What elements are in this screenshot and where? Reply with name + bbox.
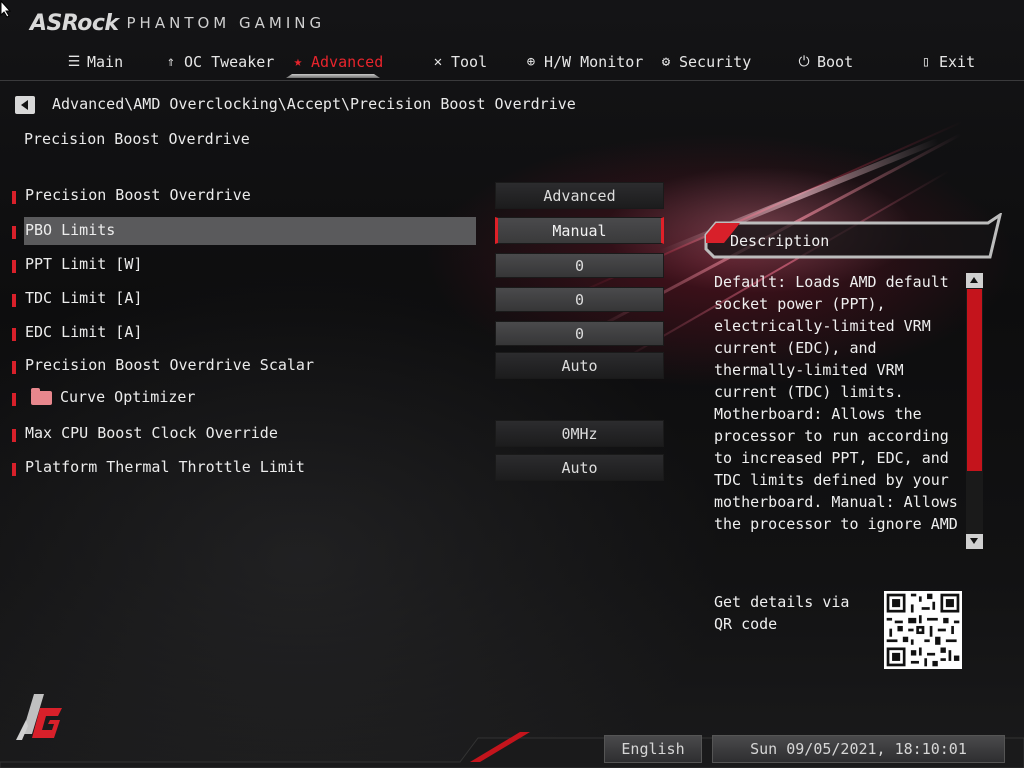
tab-label: Security [679,53,752,71]
brand-subtitle: PHANTOM GAMING [126,14,326,32]
back-button[interactable] [15,96,35,114]
scroll-up-button[interactable] [966,273,983,288]
brand-logo: ASRock PHANTOM GAMING [30,10,325,36]
tab-main[interactable]: ☰ Main [66,50,123,74]
mouse-cursor [0,0,12,18]
scroll-down-button[interactable] [966,534,983,549]
tab-boot[interactable]: ⏻ Boot [796,50,853,74]
row-marker [12,463,16,476]
row-marker [12,260,16,273]
setting-pbo-scalar[interactable]: Precision Boost Overdrive Scalar Auto [0,352,680,380]
setting-pbo-limits[interactable]: PBO Limits Manual [0,217,680,245]
tab-label: Advanced [311,53,384,71]
list-icon: ☰ [67,54,81,70]
setting-value-select[interactable]: Auto [495,352,664,379]
star-icon: ★ [293,54,303,70]
submenu-curve-optimizer[interactable]: Curve Optimizer [0,384,680,412]
setting-ppt-limit[interactable]: PPT Limit [W] 0 [0,251,680,279]
crosshair-icon: ⊕ [526,54,536,70]
tab-label: Exit [939,53,976,71]
divider [0,80,1024,81]
breadcrumb: Advanced\AMD Overclocking\Accept\Precisi… [52,95,576,113]
row-marker [12,361,16,374]
folder-icon [31,388,52,405]
tab-advanced[interactable]: ★ Advanced [290,50,383,74]
setting-label: TDC Limit [A] [25,289,143,307]
setting-edc-limit[interactable]: EDC Limit [A] 0 [0,319,680,347]
setting-precision-boost-overdrive[interactable]: Precision Boost Overdrive Advanced [0,182,680,210]
language-button[interactable]: English [604,735,702,763]
page-title: Precision Boost Overdrive [24,130,250,148]
phantom-gaming-logo [16,694,62,740]
setting-label: Precision Boost Overdrive [25,186,251,204]
setting-value-input[interactable]: 0 [495,287,664,312]
rocket-icon: ⇑ [166,54,176,70]
row-marker [12,294,16,307]
setting-label: Precision Boost Overdrive Scalar [25,356,314,374]
setting-value-select[interactable]: Auto [495,454,664,481]
active-tab-indicator [286,74,380,78]
tab-oc-tweaker[interactable]: ⇑ OC Tweaker [163,50,275,74]
row-marker [12,226,16,239]
tab-label: Main [87,53,124,71]
row-marker [12,429,16,442]
shield-icon: ⚙ [661,54,671,70]
setting-label: Platform Thermal Throttle Limit [25,458,305,476]
setting-label: Curve Optimizer [60,388,196,406]
tab-security[interactable]: ⚙ Security [658,50,751,74]
setting-value-input[interactable]: 0 [495,253,664,278]
setting-value-select[interactable]: Advanced [495,182,664,209]
setting-value-select[interactable]: 0MHz [495,420,664,447]
tab-label: H/W Monitor [544,53,644,71]
exit-door-icon: ▯ [921,54,931,70]
setting-label: PBO Limits [25,221,116,239]
tab-label: OC Tweaker [184,53,275,71]
setting-platform-thermal-throttle-limit[interactable]: Platform Thermal Throttle Limit Auto [0,454,680,482]
setting-tdc-limit[interactable]: TDC Limit [A] 0 [0,285,680,313]
row-marker [12,393,16,406]
qr-caption: Get details via QR code [714,593,850,633]
setting-label: Max CPU Boost Clock Override [25,424,278,442]
description-title: Description [730,232,830,250]
scrollbar-thumb[interactable] [967,289,982,471]
brand-name: ASRock [30,10,119,36]
system-clock: Sun 09/05/2021, 18:10:01 [712,735,1005,763]
description-text: Default: Loads AMD default socket power … [714,273,958,533]
tab-label: Boot [817,53,854,71]
tab-tool[interactable]: ✕ Tool [430,50,487,74]
row-marker [12,328,16,341]
qr-code [884,591,962,669]
setting-value-select[interactable]: Manual [495,217,664,244]
setting-label: PPT Limit [W] [25,255,143,273]
setting-label: EDC Limit [A] [25,323,143,341]
setting-max-cpu-boost-clock-override[interactable]: Max CPU Boost Clock Override 0MHz [0,420,680,448]
row-marker [12,191,16,204]
tab-exit[interactable]: ▯ Exit [918,50,975,74]
tab-label: Tool [451,53,488,71]
tools-icon: ✕ [433,54,443,70]
tab-hw-monitor[interactable]: ⊕ H/W Monitor [523,50,644,74]
setting-value-input[interactable]: 0 [495,321,664,346]
power-icon: ⏻ [798,54,810,70]
